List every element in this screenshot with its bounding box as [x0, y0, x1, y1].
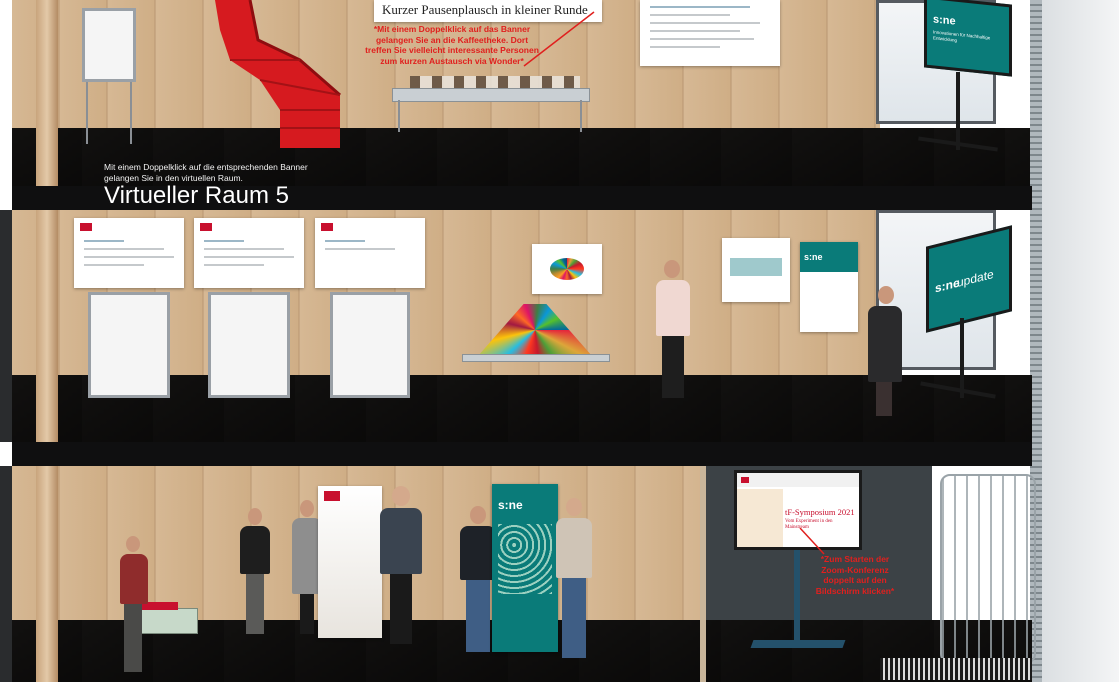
door-mat — [880, 658, 1032, 680]
poster-1[interactable] — [74, 218, 184, 288]
sdg-table — [462, 354, 610, 362]
screen-stand — [956, 72, 960, 150]
flipchart-leg — [86, 82, 88, 144]
flipchart[interactable] — [88, 292, 170, 398]
avatar-person[interactable] — [236, 508, 276, 638]
sne-rollup-banner[interactable]: s:ne — [492, 484, 558, 652]
top-floor: Kurzer Pausenplausch in kleiner Runde *M… — [0, 0, 1119, 186]
table-leg — [580, 100, 582, 132]
screen-text: update — [957, 266, 994, 290]
avatar-person[interactable] — [116, 536, 154, 676]
avatar-person[interactable] — [650, 260, 696, 402]
sne-poster-brand: s:ne — [804, 252, 823, 262]
bottom-floor: s:ne tF-Symposium 2021 Vom Experiment in… — [0, 466, 1119, 682]
room-hint: Mit einem Doppelklick auf die entspreche… — [104, 162, 308, 183]
flipchart-leg — [130, 82, 132, 144]
coffee-table[interactable] — [392, 88, 590, 102]
coffee-items — [410, 76, 580, 88]
left-pillar — [36, 0, 58, 186]
left-pillar — [36, 210, 58, 442]
round-table — [940, 474, 1036, 664]
zoom-hint: *Zum Starten der Zoom-Konferenz doppelt … — [815, 554, 895, 596]
middle-floor: s:ne s:ne update — [0, 210, 1119, 442]
left-pillar — [36, 466, 58, 682]
glass-divider — [700, 466, 706, 682]
avatar-person[interactable] — [862, 286, 912, 418]
top-tv-screen[interactable]: s:ne Innovationen für Nachhaltige Entwic… — [924, 0, 1012, 77]
coffee-hint: *Mit einem Doppelklick auf das Banner ge… — [365, 24, 539, 66]
rollup-banner[interactable] — [318, 486, 382, 638]
avatar-person[interactable] — [554, 498, 594, 662]
zoom-screen-stand — [794, 550, 800, 642]
arrow-icon — [799, 527, 825, 555]
avatar-person[interactable] — [376, 486, 426, 648]
flipchart[interactable] — [330, 292, 410, 398]
poster-2[interactable] — [194, 218, 304, 288]
flipchart[interactable] — [208, 292, 290, 398]
table-leg — [398, 100, 400, 132]
screen-brand: s:ne — [933, 13, 956, 28]
screen-brand: s:ne — [935, 275, 960, 296]
red-spiral-staircase-icon — [215, 0, 341, 148]
floor-divider-2 — [12, 442, 1032, 466]
flipchart[interactable] — [82, 8, 136, 82]
screen-subtitle: Innovationen für Nachhaltige Entwicklung — [933, 29, 991, 43]
rollup-brand: s:ne — [498, 498, 523, 512]
zoom-screen-stand-base — [750, 640, 846, 648]
document-poster[interactable] — [640, 0, 780, 66]
zoom-screen-title: tF-Symposium 2021 — [785, 507, 855, 517]
infographic-poster[interactable] — [722, 238, 790, 302]
arrow-icon — [523, 11, 595, 67]
room-title: Virtueller Raum 5 — [104, 182, 289, 209]
sdg-wheel-poster[interactable] — [532, 244, 602, 294]
sne-poster[interactable]: s:ne — [800, 242, 858, 332]
poster-3[interactable] — [315, 218, 425, 288]
screen-stand — [960, 318, 964, 398]
